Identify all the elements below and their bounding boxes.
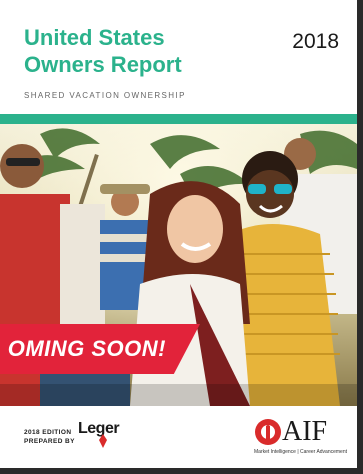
teal-divider [0,114,357,124]
title-line-1: United States [24,25,165,50]
title-line-2: Owners Report [24,52,182,77]
aif-logo: AIF Market Intelligence | Career Advance… [254,416,350,460]
aif-tagline: Market Intelligence | Career Advancement [254,449,348,455]
leger-logo: Leger [78,420,122,450]
edition-info: 2018 EDITION PREPARED BY [24,428,75,446]
coming-soon-banner: OMING SOON! [0,324,200,374]
report-cover: United States Owners Report 2018 SHARED … [0,0,357,468]
aif-emblem-icon [255,419,281,445]
report-year: 2018 [292,30,339,53]
aif-wordmark: AIF [282,416,328,447]
leger-mark-icon [99,434,107,448]
report-title: United States Owners Report [24,24,182,78]
cover-footer: 2018 EDITION PREPARED BY Leger AIF Marke… [0,406,357,468]
prepared-by-line: PREPARED BY [24,438,75,445]
edition-line: 2018 EDITION [24,429,72,436]
banner-text: OMING SOON! [7,336,166,361]
report-subtitle: SHARED VACATION OWNERSHIP [24,91,186,100]
